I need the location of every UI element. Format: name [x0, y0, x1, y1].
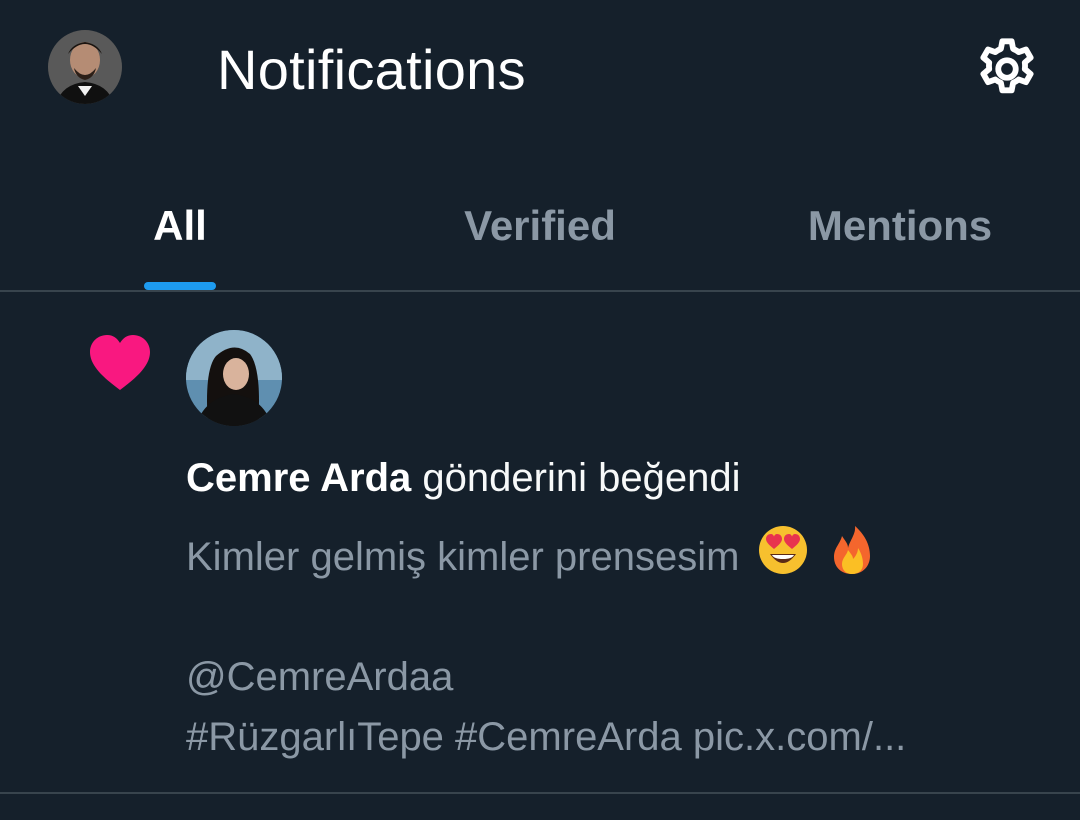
notification-tabs: All Verified Mentions: [0, 180, 1080, 292]
post-hashtags-link: #RüzgarlıTepe #CemreArda pic.x.com/...: [186, 715, 907, 759]
liker-avatar[interactable]: [186, 330, 282, 426]
post-text-line: Kimler gelmiş kimler prensesim: [186, 524, 1046, 587]
smiling-face-with-heart-eyes-emoji: [757, 524, 809, 576]
profile-avatar[interactable]: [48, 30, 122, 104]
active-tab-indicator: [144, 282, 216, 290]
gear-icon[interactable]: [972, 34, 1042, 104]
page-title: Notifications: [217, 38, 526, 101]
tab-all[interactable]: All: [110, 180, 250, 290]
top-bar: Notifications: [0, 0, 1080, 140]
user-avatar-icon: [48, 30, 122, 104]
notification-user-name[interactable]: Cemre Arda: [186, 456, 411, 500]
fire-emoji: [826, 524, 878, 576]
liked-post-preview[interactable]: Kimler gelmiş kimler prensesim @CemreArd…: [186, 524, 1046, 767]
user-avatar-icon: [186, 330, 282, 426]
notification-action: gönderini beğendi: [422, 456, 741, 500]
notification-item[interactable]: Cemre Arda gönderini beğendi Kimler gelm…: [0, 294, 1080, 794]
heart-icon: [88, 334, 152, 392]
notification-text: Cemre Arda gönderini beğendi: [186, 454, 740, 502]
post-mention: @CemreArdaa: [186, 655, 454, 699]
post-text: Kimler gelmiş kimler prensesim: [186, 535, 740, 579]
tab-mentions[interactable]: Mentions: [760, 180, 1040, 290]
tab-verified[interactable]: Verified: [410, 180, 670, 290]
